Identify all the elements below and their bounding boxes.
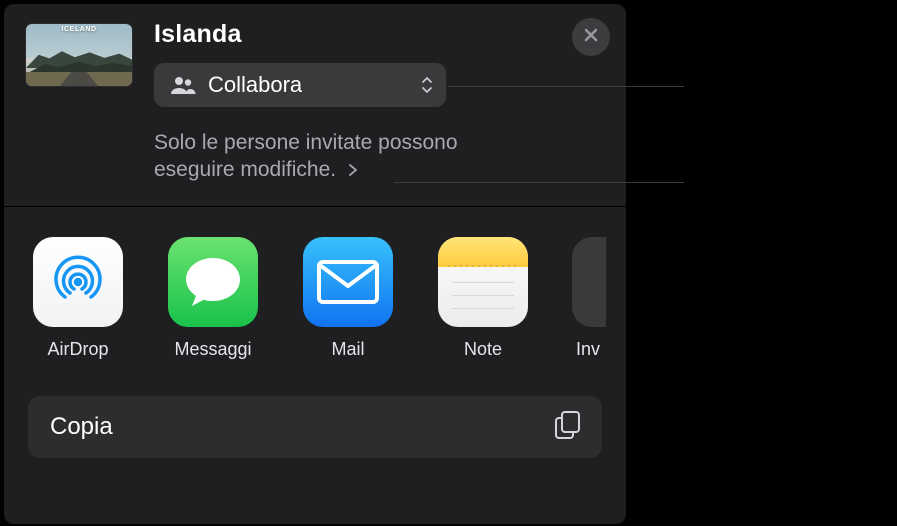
app-label-messaggi: Messaggi: [174, 339, 251, 360]
header-center: Islanda Collabora: [132, 20, 572, 184]
close-button[interactable]: [572, 18, 610, 56]
page-title: Islanda: [154, 20, 572, 49]
share-icon: [572, 237, 606, 327]
app-messaggi[interactable]: Messaggi: [167, 237, 259, 360]
permission-text: Solo le persone invitate possono eseguir…: [154, 131, 458, 181]
copy-action[interactable]: Copia: [28, 396, 602, 458]
chevron-right-icon: [348, 157, 358, 184]
app-label-airdrop: AirDrop: [47, 339, 108, 360]
callout-line-collab: [448, 86, 684, 87]
callout-line-permission: [394, 182, 684, 183]
app-label-mail: Mail: [331, 339, 364, 360]
chevron-up-down-icon: [418, 75, 436, 95]
app-label-extra: Inv: [572, 339, 600, 360]
document-thumbnail[interactable]: ICELAND: [26, 24, 132, 86]
app-airdrop[interactable]: AirDrop: [32, 237, 124, 360]
notes-icon: [438, 237, 528, 327]
collaborate-popup[interactable]: Collabora: [154, 63, 446, 107]
app-mail[interactable]: Mail: [302, 237, 394, 360]
airdrop-icon: [33, 237, 123, 327]
app-note[interactable]: Note: [437, 237, 529, 360]
header-row: ICELAND Islanda Collabora: [4, 4, 626, 184]
permission-link[interactable]: Solo le persone invitate possono eseguir…: [154, 129, 494, 184]
messages-icon: [168, 237, 258, 327]
app-label-note: Note: [464, 339, 502, 360]
mail-icon: [303, 237, 393, 327]
collaborate-label: Collabora: [208, 72, 418, 98]
people-icon: [170, 76, 196, 94]
copy-icon: [552, 409, 582, 446]
close-icon: [583, 27, 599, 48]
app-extra[interactable]: Inv: [572, 237, 606, 360]
thumbnail-badge: ICELAND: [26, 26, 132, 33]
share-apps-row[interactable]: AirDrop Messaggi Mail: [4, 207, 626, 360]
share-sheet: ICELAND Islanda Collabora: [4, 4, 626, 524]
copy-label: Copia: [50, 413, 552, 441]
